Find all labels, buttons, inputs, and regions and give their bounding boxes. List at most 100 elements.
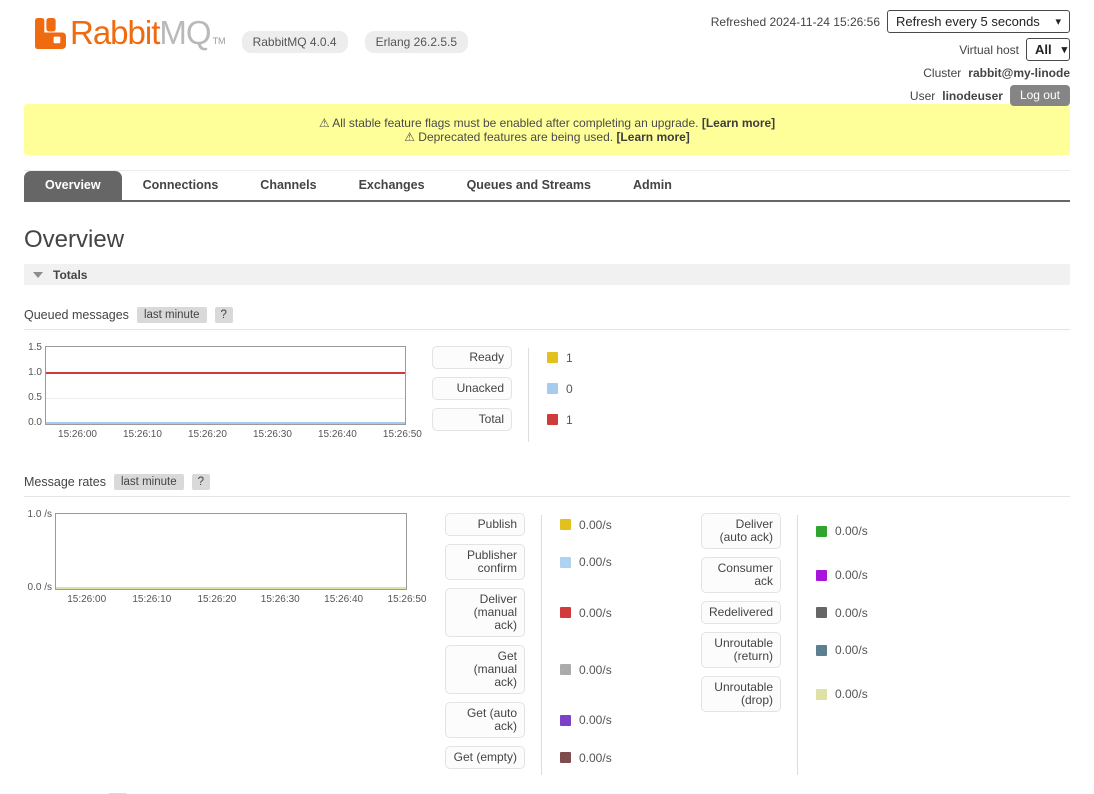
message-rates-title: Message rates [24,475,106,489]
warning-banner: ⚠ All stable feature flags must be enabl… [24,104,1070,155]
rabbitmq-logo-icon [34,17,67,50]
gridline [46,398,405,399]
tab-exchanges[interactable]: Exchanges [338,171,446,200]
get-auto-ack-rate-value: 0.00/s [579,713,612,727]
rabbitmq-wordmark: RabbitMQTM [70,14,226,60]
rates-range-badge[interactable]: last minute [114,474,184,490]
x-tick: 15:26:10 [123,429,162,440]
user-label: User [910,89,935,103]
x-tick: 15:26:00 [58,429,97,440]
x-tick: 15:26:30 [261,594,300,605]
queued-help-icon[interactable]: ? [215,307,233,323]
y-tick: 1.5 [22,342,42,353]
header-right: Refreshed 2024-11-24 15:26:56 Refresh ev… [711,10,1070,106]
queued-range-badge[interactable]: last minute [137,307,207,323]
unacked-series-line [46,422,405,424]
legend-row: Publish 0.00/s [445,513,675,536]
totals-section-header[interactable]: Totals [24,264,1070,285]
totals-label: Totals [53,268,87,282]
deliver-auto-ack-color-swatch [816,526,827,537]
legend-row: Redelivered 0.00/s [701,601,931,624]
deliver-manual-ack-legend-button[interactable]: Deliver (manual ack) [445,588,525,637]
x-tick: 15:26:00 [67,594,106,605]
y-tick: 0.5 [22,392,42,403]
consumer-ack-legend-button[interactable]: Consumer ack [701,557,781,593]
rates-chart-x-axis: 15:26:00 15:26:10 15:26:20 15:26:30 15:2… [55,593,407,609]
deliver-manual-ack-rate-value: 0.00/s [579,606,612,620]
collapse-arrow-icon [33,272,43,278]
redelivered-rate-value: 0.00/s [835,606,868,620]
x-tick: 15:26:20 [197,594,236,605]
zero-rate-series-line [56,587,406,589]
queued-chart-x-axis: 15:26:00 15:26:10 15:26:20 15:26:30 15:2… [45,428,406,444]
get-auto-ack-legend-button[interactable]: Get (auto ack) [445,702,525,738]
publish-rate-value: 0.00/s [579,518,612,532]
consumer-ack-rate-value: 0.00/s [835,568,868,582]
legend-row: Total 1 [432,408,573,431]
publisher-confirm-legend-button[interactable]: Publisher confirm [445,544,525,580]
redelivered-legend-button[interactable]: Redelivered [701,601,781,624]
x-tick: 15:26:20 [188,429,227,440]
x-tick: 15:26:40 [324,594,363,605]
rabbitmq-version-badge: RabbitMQ 4.0.4 [242,31,348,53]
ready-value: 1 [566,351,573,365]
rabbitmq-management-page: RabbitMQTM RabbitMQ 4.0.4 Erlang 26.2.5.… [0,0,1094,794]
get-empty-legend-button[interactable]: Get (empty) [445,746,525,769]
virtual-host-select[interactable]: All ▾ [1026,38,1070,61]
rates-legend-column-2: Deliver (auto ack) 0.00/s Consumer ack 0… [701,513,931,777]
rates-chart-plot-area: 1.0 /s 0.0 /s [55,513,407,590]
publish-legend-button[interactable]: Publish [445,513,525,536]
tab-channels[interactable]: Channels [239,171,337,200]
message-rates-header: Message rates last minute ? [24,474,1070,497]
tab-admin[interactable]: Admin [612,171,693,200]
total-series-line [46,372,405,374]
rates-help-icon[interactable]: ? [192,474,210,490]
x-tick: 15:26:30 [253,429,292,440]
legend-row: Consumer ack 0.00/s [701,557,931,593]
chevron-down-icon: ▾ [1055,15,1061,28]
logout-button[interactable]: Log out [1010,85,1070,106]
legend-row: Unroutable (return) 0.00/s [701,632,931,668]
page-title: Overview [24,226,1070,254]
unroutable-drop-color-swatch [816,689,827,700]
unroutable-return-legend-button[interactable]: Unroutable (return) [701,632,781,668]
cluster-row: Cluster rabbit@my-linode [923,66,1070,80]
queued-legend: Ready 1 Unacked 0 Total 1 [432,346,573,444]
rates-legend-column-1: Publish 0.00/s Publisher confirm 0.00/s … [445,513,675,777]
deprecated-learn-more-link[interactable]: [Learn more] [616,130,689,144]
queued-chart: 1.5 1.0 0.5 0.0 15:26:00 15:26:10 15:26:… [24,346,406,444]
unroutable-return-rate-value: 0.00/s [835,643,868,657]
tab-queues-and-streams[interactable]: Queues and Streams [446,171,612,200]
legend-row: Get (empty) 0.00/s [445,746,675,769]
deprecated-features-warning-text: ⚠ Deprecated features are being used. [404,130,613,144]
message-rates-section: 1.0 /s 0.0 /s 15:26:00 15:26:10 15:26:20… [24,513,1070,777]
get-empty-rate-value: 0.00/s [579,751,612,765]
deliver-auto-ack-legend-button[interactable]: Deliver (auto ack) [701,513,781,549]
virtual-host-value: All [1035,42,1052,57]
erlang-version-badge: Erlang 26.2.5.5 [365,31,468,53]
user-name: linodeuser [942,89,1003,103]
total-legend-button[interactable]: Total [432,408,512,431]
tab-connections[interactable]: Connections [122,171,240,200]
user-row: User linodeuser Log out [910,85,1070,106]
y-tick: 1.0 [22,367,42,378]
unroutable-drop-rate-value: 0.00/s [835,687,868,701]
get-manual-ack-legend-button[interactable]: Get (manual ack) [445,645,525,694]
unroutable-return-color-swatch [816,645,827,656]
publish-color-swatch [560,519,571,530]
ready-legend-button[interactable]: Ready [432,346,512,369]
y-tick: 0.0 [22,417,42,428]
redelivered-color-swatch [816,607,827,618]
legend-row: Get (auto ack) 0.00/s [445,702,675,738]
deliver-manual-ack-color-swatch [560,607,571,618]
refresh-interval-select[interactable]: Refresh every 5 seconds ▾ [887,10,1070,33]
cluster-label: Cluster [923,66,961,80]
unroutable-drop-legend-button[interactable]: Unroutable (drop) [701,676,781,712]
feature-flags-learn-more-link[interactable]: [Learn more] [702,116,775,130]
legend-row: Publisher confirm 0.00/s [445,544,675,580]
queued-messages-title: Queued messages [24,308,129,322]
tab-overview[interactable]: Overview [24,171,122,200]
rates-chart: 1.0 /s 0.0 /s 15:26:00 15:26:10 15:26:20… [24,513,419,777]
x-tick: 15:26:10 [132,594,171,605]
unacked-legend-button[interactable]: Unacked [432,377,512,400]
